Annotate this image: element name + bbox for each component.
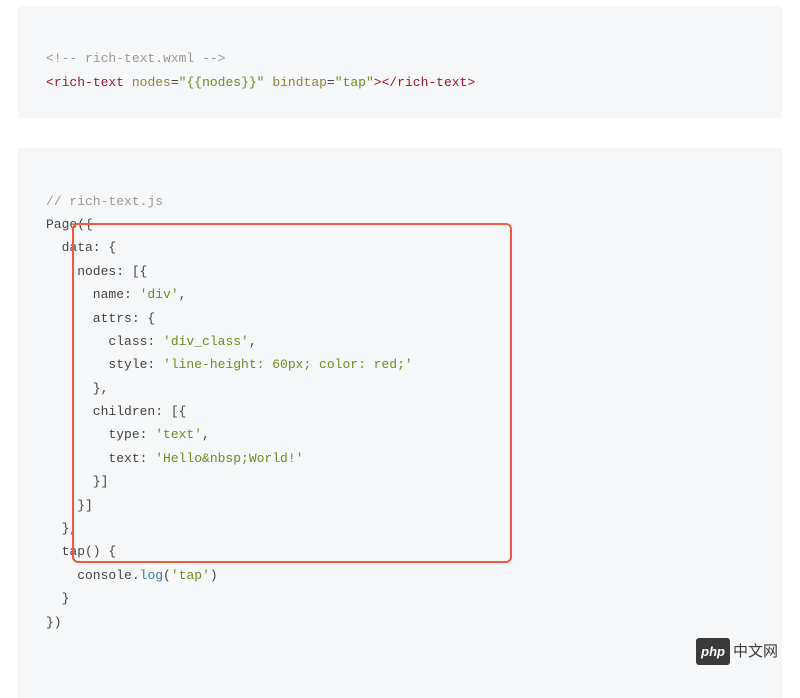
l3: data: { [46,240,116,255]
attr-bindtap-val: "tap" [335,75,374,90]
l14: }] [46,498,93,513]
l13: }] [46,474,108,489]
l12-val: 'Hello&nbsp;World!' [155,451,303,466]
comment-close: --> [202,51,225,66]
l17-obj: console [46,568,132,583]
attr-nodes: nodes [132,75,171,90]
js-comment: // rich-text.js [46,194,163,209]
tag-close1: > [374,75,382,90]
tag-close-name: rich-text [397,75,467,90]
l17-fn: log [140,568,163,583]
l16: tap() { [46,544,116,559]
code-block-js: // rich-text.js Page({ data: { nodes: [{… [18,148,782,698]
attr-bindtap: bindtap [272,75,327,90]
l8-key: style: [46,357,163,372]
watermark-logo: php [696,638,730,665]
tag-close3: > [467,75,475,90]
l11-val: 'text' [155,427,202,442]
code-block-wxml: <!-- rich-text.wxml --> <rich-text nodes… [18,6,782,118]
watermark: php 中文网 [696,638,778,665]
l7-key: class: [46,334,163,349]
l19: }) [46,615,62,630]
l8-val: 'line-height: 60px; color: red;' [163,357,413,372]
l5-end: , [179,287,187,302]
l17-close: ) [210,568,218,583]
tag-name: rich-text [54,75,124,90]
l9: }, [46,381,108,396]
l11-end: , [202,427,210,442]
watermark-text: 中文网 [733,638,778,665]
l5-key: name: [46,287,140,302]
l18: } [46,591,69,606]
comment-open: <!-- [46,51,77,66]
l11-key: type: [46,427,155,442]
tag-open: < [46,75,54,90]
l7-val: 'div_class' [163,334,249,349]
l10: children: [{ [46,404,186,419]
l12-key: text: [46,451,155,466]
attr-nodes-val: "{{nodes}}" [179,75,265,90]
eq1: = [171,75,179,90]
l6: attrs: { [46,311,155,326]
comment-text: rich-text.wxml [77,51,202,66]
l2: Page({ [46,217,93,232]
tag-close2: </ [382,75,398,90]
l17-arg: 'tap' [171,568,210,583]
l15: }, [46,521,77,536]
l17-open: ( [163,568,171,583]
l5-val: 'div' [140,287,179,302]
eq2: = [327,75,335,90]
l7-end: , [249,334,257,349]
l4: nodes: [{ [46,264,147,279]
l17-dot: . [132,568,140,583]
